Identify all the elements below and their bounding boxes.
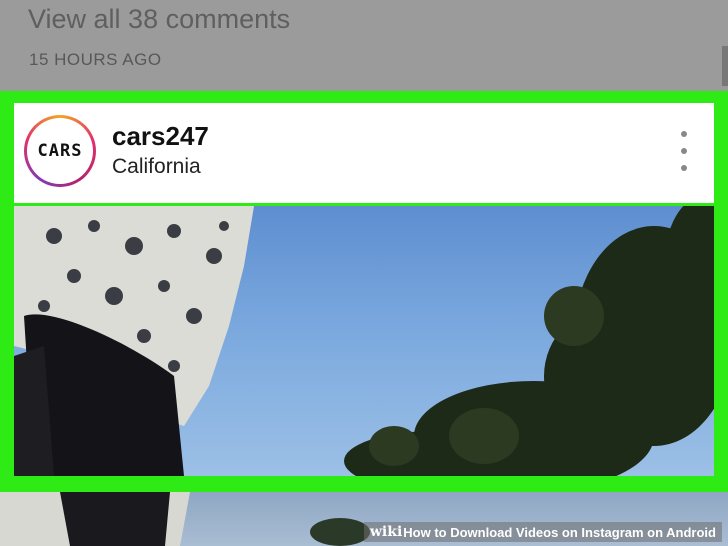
more-vertical-icon xyxy=(681,165,687,171)
view-all-comments-link[interactable]: View all 38 comments xyxy=(28,4,290,35)
previous-post-footer: View all 38 comments 15 HOURS AGO xyxy=(0,0,728,92)
post-location[interactable]: California xyxy=(112,155,201,179)
watermark-title: How to Download Videos on Instagram on A… xyxy=(403,524,716,540)
video-frame-image xyxy=(14,206,714,476)
watermark-brand: wiki xyxy=(369,524,403,540)
post-video[interactable] xyxy=(14,206,714,476)
wikihow-watermark: wiki How to Download Videos on Instagram… xyxy=(363,522,722,542)
avatar[interactable]: CARS xyxy=(24,115,96,187)
more-vertical-icon xyxy=(681,148,687,154)
scrollbar-thumb[interactable] xyxy=(722,46,728,86)
post-timestamp: 15 HOURS AGO xyxy=(29,50,162,69)
avatar-logo: CARS xyxy=(27,118,93,184)
more-vertical-icon xyxy=(681,131,687,137)
post-username[interactable]: cars247 xyxy=(112,121,209,152)
post-header: CARS cars247 California xyxy=(14,103,714,203)
next-post-preview: wiki How to Download Videos on Instagram… xyxy=(0,492,728,546)
avatar-logo-text: CARS xyxy=(37,141,83,161)
more-options-button[interactable] xyxy=(672,131,696,171)
